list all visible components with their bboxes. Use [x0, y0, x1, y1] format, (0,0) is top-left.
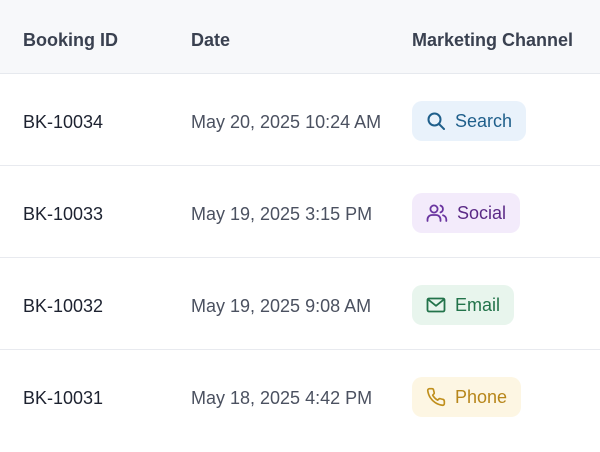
table-row[interactable]: BK-10031 May 18, 2025 4:42 PM Phone — [0, 350, 600, 442]
channel-label: Email — [455, 295, 501, 315]
users-icon — [426, 203, 448, 223]
booking-id-cell: BK-10032 — [23, 296, 104, 316]
table-row[interactable]: BK-10032 May 19, 2025 9:08 AM Email — [0, 258, 600, 350]
search-icon — [426, 111, 446, 131]
date-cell: May 19, 2025 9:08 AM — [191, 296, 372, 316]
channel-badge-social[interactable]: Social — [412, 193, 521, 233]
table-row[interactable]: BK-10034 May 20, 2025 10:24 AM Search — [0, 74, 600, 166]
table-row[interactable]: BK-10033 May 19, 2025 3:15 PM Social — [0, 166, 600, 258]
date-cell: May 19, 2025 3:15 PM — [191, 204, 373, 224]
column-header-marketing-channel[interactable]: Marketing Channel — [412, 29, 573, 51]
booking-id-cell: BK-10033 — [23, 204, 104, 224]
booking-id-cell: BK-10034 — [23, 112, 104, 132]
date-cell: May 18, 2025 4:42 PM — [191, 388, 373, 408]
channel-label: Phone — [455, 387, 508, 407]
mail-icon — [426, 296, 446, 314]
channel-badge-email[interactable]: Email — [412, 285, 515, 325]
channel-badge-phone[interactable]: Phone — [412, 377, 522, 417]
table-header: Booking ID Date Marketing Channel — [0, 0, 600, 74]
channel-label: Social — [457, 203, 507, 223]
channel-label: Search — [455, 111, 513, 131]
column-header-date[interactable]: Date — [191, 29, 230, 51]
channel-badge-search[interactable]: Search — [412, 101, 527, 141]
column-header-booking-id[interactable]: Booking ID — [23, 29, 118, 51]
booking-id-cell: BK-10031 — [23, 388, 104, 408]
bookings-table: Booking ID Date Marketing Channel BK-100… — [0, 0, 600, 452]
phone-icon — [426, 387, 446, 407]
date-cell: May 20, 2025 10:24 AM — [191, 112, 382, 132]
